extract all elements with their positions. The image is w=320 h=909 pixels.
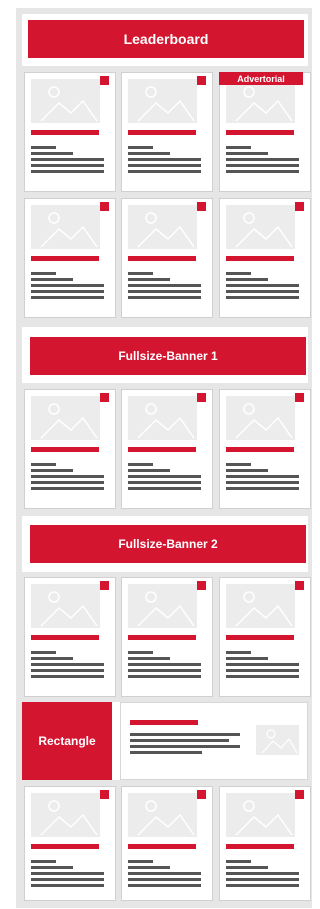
- corner-marker-icon: [100, 581, 109, 590]
- banner-1-label: Fullsize-Banner 1: [118, 349, 218, 363]
- image-placeholder-icon: [31, 396, 100, 440]
- card-title-line: [226, 130, 294, 135]
- corner-marker-icon: [295, 393, 304, 402]
- corner-marker-icon: [197, 790, 206, 799]
- card: [219, 577, 311, 697]
- card-title-line: [128, 130, 196, 135]
- card: [121, 198, 213, 318]
- card-title-line: [226, 256, 294, 261]
- card-text-lines: [226, 463, 304, 493]
- corner-marker-icon: [197, 76, 206, 85]
- image-placeholder-icon: [31, 79, 100, 123]
- card-title-line: [31, 635, 99, 640]
- card: [121, 786, 213, 901]
- corner-marker-icon: [295, 790, 304, 799]
- rectangle-ad: Rectangle: [22, 702, 112, 780]
- card-title-line: [31, 844, 99, 849]
- corner-marker-icon: [197, 202, 206, 211]
- card-text-lines: [226, 146, 304, 176]
- card-title-line: [31, 256, 99, 261]
- card-text-lines: [128, 272, 206, 302]
- card: [219, 198, 311, 318]
- card: [121, 577, 213, 697]
- corner-marker-icon: [100, 393, 109, 402]
- image-placeholder-icon: [226, 396, 295, 440]
- corner-marker-icon: [295, 202, 304, 211]
- card: [24, 72, 116, 192]
- corner-marker-icon: [100, 202, 109, 211]
- card: [24, 389, 116, 509]
- card-title-line: [226, 635, 294, 640]
- corner-marker-icon: [100, 790, 109, 799]
- rectangle-title-line: [130, 720, 198, 725]
- card: [219, 389, 311, 509]
- card-title-line: [226, 447, 294, 452]
- card-text-lines: [31, 272, 109, 302]
- card: [121, 72, 213, 192]
- card-text-lines: [128, 651, 206, 681]
- card-text-lines: [31, 463, 109, 493]
- rectangle-text-lines: [130, 733, 240, 757]
- image-placeholder-icon: [128, 584, 197, 628]
- card-title-line: [31, 130, 99, 135]
- card-text-lines: [128, 860, 206, 890]
- image-placeholder-icon: [31, 205, 100, 249]
- card-text-lines: [226, 651, 304, 681]
- image-placeholder-icon: [128, 79, 197, 123]
- card-title-line: [128, 256, 196, 261]
- card-text-lines: [31, 860, 109, 890]
- image-placeholder-icon: [226, 205, 295, 249]
- image-placeholder-icon: [226, 793, 295, 837]
- card-text-lines: [128, 146, 206, 176]
- corner-marker-icon: [197, 393, 206, 402]
- leaderboard-label: Leaderboard: [123, 31, 209, 47]
- corner-marker-icon: [100, 76, 109, 85]
- rectangle-label: Rectangle: [38, 734, 96, 748]
- image-placeholder-icon: [226, 79, 295, 123]
- card-title-line: [128, 447, 196, 452]
- corner-marker-icon: [197, 581, 206, 590]
- fullsize-banner-2: Fullsize-Banner 2: [30, 525, 306, 563]
- card: [24, 198, 116, 318]
- leaderboard-banner: Leaderboard: [28, 20, 304, 58]
- card-title-line: [128, 635, 196, 640]
- card: [121, 389, 213, 509]
- card-text-lines: [31, 651, 109, 681]
- card-text-lines: [226, 272, 304, 302]
- advertorial-label: Advertorial: [237, 73, 285, 84]
- card-title-line: [128, 844, 196, 849]
- card-text-lines: [226, 860, 304, 890]
- image-placeholder-icon: [128, 205, 197, 249]
- image-placeholder-icon: [226, 584, 295, 628]
- image-placeholder-icon: [31, 584, 100, 628]
- card-text-lines: [31, 146, 109, 176]
- image-placeholder-icon: [128, 793, 197, 837]
- card: [219, 786, 311, 901]
- corner-marker-icon: [295, 581, 304, 590]
- card-title-line: [31, 447, 99, 452]
- card: [219, 72, 311, 192]
- card-text-lines: [128, 463, 206, 493]
- card: [24, 786, 116, 901]
- advertorial-badge: Advertorial: [219, 72, 303, 85]
- image-placeholder-icon: [31, 793, 100, 837]
- image-placeholder-icon: [256, 725, 299, 755]
- image-placeholder-icon: [128, 396, 197, 440]
- fullsize-banner-1: Fullsize-Banner 1: [30, 337, 306, 375]
- card-title-line: [226, 844, 294, 849]
- banner-2-label: Fullsize-Banner 2: [118, 537, 218, 551]
- card: [24, 577, 116, 697]
